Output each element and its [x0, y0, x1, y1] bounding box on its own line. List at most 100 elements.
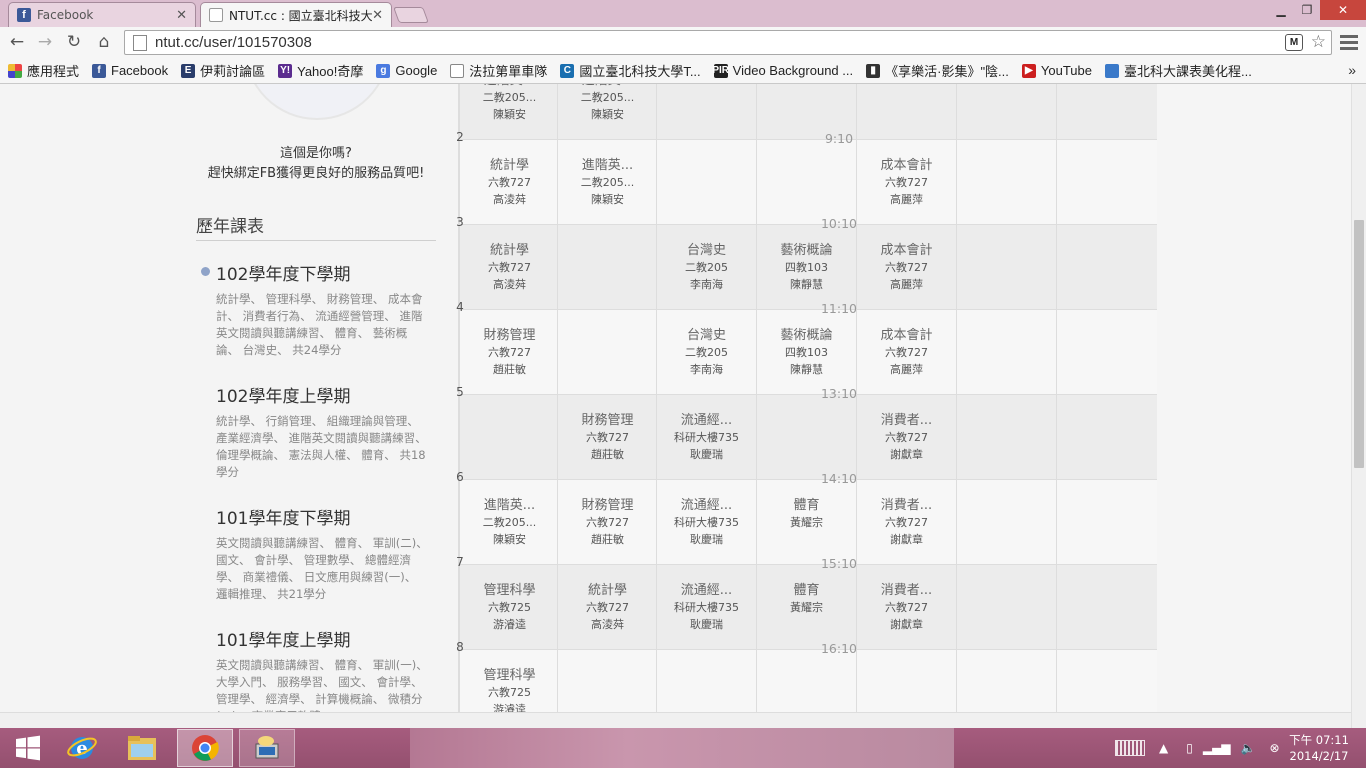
course-room: 四教103 [785, 346, 828, 359]
period-number: 2 [456, 130, 464, 144]
term-courses: 英文閱讀與聽講練習、 體育、 軍訓(二)、 國文、 會計學、 管理數學、 總體經… [216, 536, 428, 601]
battery-icon[interactable]: ▯ [1186, 741, 1193, 755]
address-bar[interactable]: ntut.cc/user/101570308 M ☆ [124, 30, 1332, 55]
bookmark-item[interactable]: ▮ 《享樂活·影集》"陰... [866, 61, 1009, 80]
course-name: 進階英... [483, 498, 536, 513]
action-center-icon[interactable]: ⊗ [1269, 741, 1279, 755]
bookmark-item[interactable]: C 國立臺北科技大學T... [560, 61, 701, 80]
course-cell[interactable]: 消費者... 六教727 謝獻章 [856, 480, 956, 565]
close-window-icon[interactable]: ✕ [1320, 0, 1366, 20]
course-cell[interactable]: 成本會計 六教727 高麗萍 [856, 310, 956, 395]
course-cell[interactable]: 財務管理 六教727 趙莊敏 [459, 310, 559, 395]
new-tab-button[interactable] [393, 7, 429, 23]
course-cell[interactable]: 進階英...二教205...陳穎安 [459, 480, 559, 565]
forward-arrow-icon[interactable]: → [34, 31, 56, 53]
course-cell[interactable]: 體育 黃耀宗 [756, 480, 856, 565]
tab-ntut[interactable]: NTUT.cc : 國立臺北科技大 ✕ [200, 2, 392, 27]
term-name[interactable]: 102學年度上學期 [216, 382, 430, 407]
scrollbar-thumb[interactable] [1354, 220, 1364, 468]
windows-start-icon[interactable] [0, 729, 56, 767]
bookmark-item[interactable]: f Facebook [92, 63, 168, 78]
term-name[interactable]: 101學年度上學期 [216, 626, 430, 651]
chrome-menu-icon[interactable] [1340, 32, 1358, 52]
close-tab-icon[interactable]: ✕ [372, 8, 383, 23]
term-name[interactable]: 102學年度下學期 [216, 260, 430, 285]
ntut-icon: C [560, 63, 575, 78]
yahoo-icon: Y! [278, 63, 293, 78]
network-app-icon[interactable] [239, 729, 295, 767]
empty-cell [557, 225, 657, 310]
maximize-icon[interactable]: ❐ [1294, 0, 1320, 20]
course-cell[interactable]: 流通經... 科研大樓735 耿慶瑞 [656, 395, 756, 480]
course-cell[interactable]: 成本會計 六教727 高麗萍 [856, 225, 956, 310]
course-cell[interactable]: 消費者... 六教727 謝獻章 [856, 565, 956, 650]
course-cell[interactable]: 台灣史 二教205 李南海 [656, 310, 756, 395]
term-item[interactable]: 101學年度下學期 英文閱讀與聽講練習、 體育、 軍訓(二)、 國文、 會計學、… [216, 504, 430, 603]
keyboard-icon[interactable] [1115, 740, 1145, 756]
course-teacher: 趙莊敏 [591, 448, 624, 461]
course-cell[interactable]: 進階英...二教205...陳穎安 [557, 84, 657, 140]
course-cell[interactable]: 進階英...二教205...陳穎安 [557, 140, 657, 225]
course-cell[interactable]: 統計學 六教727 高淩荈 [557, 565, 657, 650]
tab-facebook[interactable]: f Facebook ✕ [8, 2, 196, 27]
clock[interactable]: 下午 07:11 2014/2/17 [1284, 732, 1354, 764]
course-teacher: 謝獻章 [890, 448, 923, 461]
bookmark-item[interactable]: Y! Yahoo!奇摩 [278, 61, 363, 80]
fb-bind-link[interactable]: 趕快綁定FB獲得更良好的服務品質吧! [196, 162, 436, 181]
term-name[interactable]: 101學年度下學期 [216, 504, 430, 529]
course-name: 統計學 [489, 243, 529, 258]
course-room: 二教205... [482, 91, 537, 104]
course-cell[interactable]: 財務管理 六教727 趙莊敏 [557, 395, 657, 480]
term-item[interactable]: 101學年度上學期 英文閱讀與聽講練習、 體育、 軍訓(一)、 大學入門、 服務… [216, 626, 430, 725]
bookmark-item[interactable]: E 伊莉討論區 [181, 61, 265, 80]
course-name: 消費者... [880, 583, 933, 598]
course-cell[interactable]: 流通經... 科研大樓735 耿慶瑞 [656, 480, 756, 565]
course-cell[interactable]: 體育 黃耀宗 [756, 565, 856, 650]
course-room: 二教205... [580, 176, 635, 189]
back-arrow-icon[interactable]: ← [6, 31, 28, 53]
ie-icon[interactable]: e [54, 729, 110, 767]
bookmark-item[interactable]: 法拉第單車隊 [450, 61, 547, 80]
course-cell[interactable]: 台灣史 二教205 李南海 [656, 225, 756, 310]
bookmark-item[interactable]: 應用程式 [8, 61, 79, 80]
volume-icon[interactable]: 🔈 [1241, 741, 1256, 755]
show-hidden-icons-icon[interactable]: ▲ [1159, 741, 1168, 755]
vertical-scrollbar[interactable] [1351, 84, 1366, 728]
wifi-signal-icon[interactable]: ▂▄▆ [1203, 741, 1231, 755]
bookmark-star-icon[interactable]: ☆ [1311, 32, 1326, 52]
home-icon[interactable]: ⌂ [93, 31, 115, 53]
url-text[interactable]: ntut.cc/user/101570308 [155, 34, 312, 51]
course-cell[interactable]: 藝術概論 四教103 陳靜慧 [756, 310, 856, 395]
file-explorer-icon[interactable] [114, 729, 170, 767]
course-cell[interactable]: 財務管理 六教727 趙莊敏 [557, 480, 657, 565]
course-room: 黃耀宗 [790, 601, 823, 614]
course-room: 科研大樓735 [674, 601, 739, 614]
course-cell[interactable]: 統計學 六教727 高淩荈 [459, 225, 559, 310]
course-cell[interactable]: 成本會計 六教727 高麗萍 [856, 140, 956, 225]
course-name: 管理科學 [483, 668, 536, 683]
minimize-icon[interactable]: ▁ [1268, 0, 1294, 20]
course-name: 成本會計 [880, 328, 933, 343]
course-cell[interactable]: 統計學 六教727 高淩荈 [459, 140, 559, 225]
course-cell[interactable]: 流通經... 科研大樓735 耿慶瑞 [656, 565, 756, 650]
bookmark-item[interactable]: ▶ YouTube [1021, 63, 1092, 78]
bookmark-item[interactable]: 臺北科大課表美化程... [1104, 61, 1252, 80]
course-cell[interactable]: 消費者... 六教727 謝獻章 [856, 395, 956, 480]
bookmarks-overflow-icon[interactable]: » [1348, 62, 1356, 78]
course-teacher: 趙莊敏 [493, 363, 526, 376]
chrome-icon[interactable] [177, 729, 233, 767]
extension-icon[interactable]: M [1285, 34, 1303, 51]
bookmark-item[interactable]: PIR Video Background ... [712, 63, 853, 78]
close-tab-icon[interactable]: ✕ [176, 8, 187, 23]
empty-cell [656, 84, 756, 140]
reload-icon[interactable]: ↻ [63, 31, 85, 53]
term-item[interactable]: 102學年度上學期 統計學、 行銷管理、 組織理論與管理、 產業經濟學、 進階英… [216, 382, 430, 481]
bookmark-item[interactable]: g Google [376, 63, 437, 78]
course-teacher: 陳穎安 [493, 108, 526, 121]
course-cell[interactable]: 進階英...二教205...陳穎安 [459, 84, 559, 140]
bookmark-icon: ▮ [866, 63, 881, 78]
term-item[interactable]: 102學年度下學期 統計學、 管理科學、 財務管理、 成本會計、 消費者行為、 … [216, 260, 430, 359]
course-cell[interactable]: 管理科學 六教725 游濬逵 [459, 565, 559, 650]
empty-cell [1056, 310, 1156, 395]
course-cell[interactable]: 藝術概論 四教103 陳靜慧 [756, 225, 856, 310]
